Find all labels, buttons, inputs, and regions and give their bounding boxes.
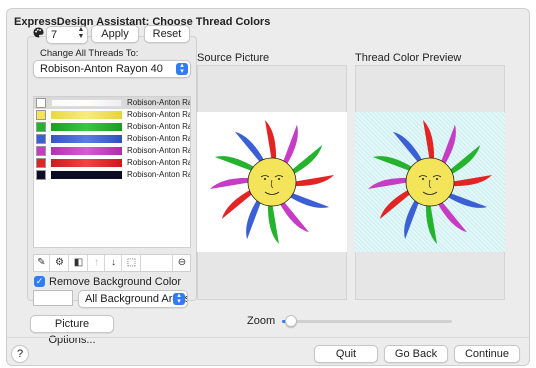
thread-swatch[interactable] (36, 122, 46, 132)
thread-row[interactable]: Robison-Anton Rayon 40 23 (34, 157, 190, 169)
palette-icon (33, 27, 44, 41)
thread-row[interactable]: Robison-Anton Rayon 40 23 (34, 133, 190, 145)
thread-row[interactable]: Robison-Anton Rayon 40 23 (34, 169, 190, 181)
thread-row[interactable]: Robison-Anton Rayon 40 25 (34, 121, 190, 133)
thread-label: Robison-Anton Rayon 40 25 (127, 122, 190, 131)
continue-button[interactable]: Continue (454, 345, 520, 363)
select-chevron-icon: ▴ ▾ (176, 62, 188, 75)
stop-icon[interactable]: ⊖ (172, 255, 191, 271)
thread-color-bar (51, 135, 122, 143)
thread-color-bar (51, 111, 122, 119)
thread-swatch[interactable] (36, 170, 46, 180)
background-color-well[interactable] (33, 290, 73, 306)
thread-swatch[interactable] (36, 98, 46, 108)
thread-row[interactable]: Robison-Anton Rayon 40 23 (34, 109, 190, 121)
apply-button[interactable]: Apply (91, 25, 139, 43)
thread-preview-panel (355, 65, 505, 300)
thread-label: Robison-Anton Rayon 40 23 (127, 170, 190, 179)
thread-swatch[interactable] (36, 134, 46, 144)
color-count-value: 7 (51, 29, 58, 41)
thread-label: Robison-Anton Rayon 40 22 (127, 146, 190, 155)
zoom-slider[interactable] (282, 315, 452, 327)
thread-preview-label: Thread Color Preview (355, 52, 462, 64)
change-all-label: Change All Threads To: (40, 48, 139, 59)
source-picture-panel (197, 65, 347, 300)
palette-list-icon[interactable]: ⚙ (51, 255, 69, 271)
thread-swatch[interactable] (36, 158, 46, 168)
thread-label: Robison-Anton Rayon 40 23 (127, 110, 190, 119)
select-area-icon[interactable]: ⬚ (123, 255, 141, 271)
eyedropper-icon[interactable]: ✎ (34, 255, 50, 271)
thread-color-bar (51, 147, 122, 155)
thread-row[interactable]: Robison-Anton Rayon 40 22 (34, 145, 190, 157)
preview-sun-image (355, 112, 505, 252)
thread-color-bar (51, 159, 122, 167)
thread-brand-select[interactable]: Robison-Anton Rayon 40 ▴ ▾ (33, 60, 191, 78)
thread-swatch[interactable] (36, 146, 46, 156)
move-up-icon[interactable]: ↑ (89, 255, 105, 271)
thread-color-bar (51, 171, 122, 179)
thread-label: Robison-Anton Rayon 40 23 (127, 134, 190, 143)
select-chevron-icon: ▴ ▾ (173, 292, 185, 305)
zoom-slider-knob[interactable] (285, 315, 298, 327)
thread-list[interactable]: Robison-Anton Rayon 40 23 Robison-Anton … (33, 96, 191, 248)
remove-background-checkbox[interactable]: ✓ (34, 276, 45, 287)
footer-separator (7, 337, 529, 338)
palette-merge-icon[interactable]: ◧ (70, 255, 88, 271)
background-areas-select[interactable]: All Background Areas ▴ ▾ (78, 290, 188, 308)
go-back-button[interactable]: Go Back (384, 345, 448, 363)
source-picture-label: Source Picture (197, 52, 270, 64)
thread-swatch[interactable] (36, 110, 46, 120)
move-down-icon[interactable]: ↓ (106, 255, 122, 271)
help-button[interactable]: ? (11, 345, 29, 363)
quit-button[interactable]: Quit (314, 345, 378, 363)
thread-label: Robison-Anton Rayon 40 23 (127, 158, 190, 167)
thread-color-bar (51, 99, 122, 107)
thread-toolbar: ✎ ⚙ ◧ ↑ ↓ ⬚ ⊖ (33, 254, 191, 272)
thread-row[interactable]: Robison-Anton Rayon 40 23 (34, 97, 190, 109)
picture-options-button[interactable]: Picture Options... (30, 315, 114, 346)
thread-brand-value: Robison-Anton Rayon 40 (40, 63, 163, 75)
source-sun-image (197, 112, 347, 252)
reset-button[interactable]: Reset (144, 25, 190, 43)
thread-color-bar (51, 123, 122, 131)
remove-background-label: Remove Background Color (49, 276, 182, 288)
thread-label: Robison-Anton Rayon 40 23 (127, 98, 190, 107)
color-count-stepper[interactable]: ▲ ▼ (76, 26, 86, 42)
zoom-label: Zoom (247, 315, 276, 327)
